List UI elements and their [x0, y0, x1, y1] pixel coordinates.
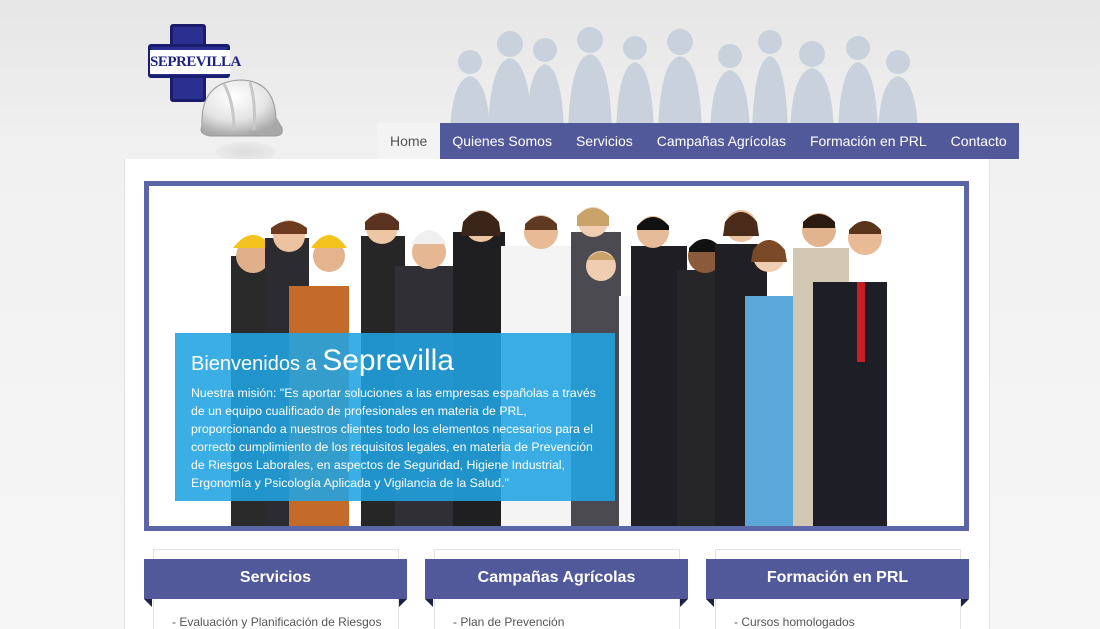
caption-title-prefix: Bienvenidos a: [191, 353, 317, 375]
ribbon-fold: [706, 599, 714, 607]
main-nav: Home Quienes Somos Servicios Campañas Ag…: [377, 123, 1019, 159]
ribbon-fold: [144, 599, 152, 607]
list-item[interactable]: - Evaluación y Planificación de Riesgos: [172, 615, 381, 629]
list-item[interactable]: - Plan de Prevención: [453, 615, 564, 629]
box-title-servicios[interactable]: Servicios: [144, 559, 407, 599]
logo-text: SEPREVILLA: [150, 50, 241, 74]
hero-banner: Bienvenidos a Seprevilla Nuestra misión:…: [144, 181, 969, 531]
nav-item-servicios[interactable]: Servicios: [563, 123, 645, 159]
caption-title-name: Seprevilla: [322, 344, 454, 377]
nav-item-campanas-agricolas[interactable]: Campañas Agrícolas: [644, 123, 798, 159]
site-logo[interactable]: SEPREVILLA: [146, 24, 291, 164]
nav-item-home[interactable]: Home: [377, 123, 441, 159]
nav-item-quienes-somos[interactable]: Quienes Somos: [440, 123, 564, 159]
box-title-campanas[interactable]: Campañas Agrícolas: [425, 559, 688, 599]
box-title-formacion[interactable]: Formación en PRL: [706, 559, 969, 599]
ribbon-fold: [425, 599, 433, 607]
ribbon-fold: [961, 599, 969, 607]
hard-hat-icon: [200, 79, 283, 137]
nav-item-formacion-prl[interactable]: Formación en PRL: [797, 123, 939, 159]
nav-item-contacto[interactable]: Contacto: [938, 123, 1019, 159]
crowd-silhouette-image: [440, 22, 930, 132]
ribbon-fold: [680, 599, 688, 607]
welcome-caption: Bienvenidos a Seprevilla Nuestra misión:…: [175, 333, 615, 501]
mission-text: Nuestra misión: "Es aportar soluciones a…: [191, 386, 596, 490]
list-item[interactable]: - Cursos homologados: [734, 615, 855, 629]
caption-title: Bienvenidos a Seprevilla: [191, 344, 601, 378]
ribbon-fold: [399, 599, 407, 607]
